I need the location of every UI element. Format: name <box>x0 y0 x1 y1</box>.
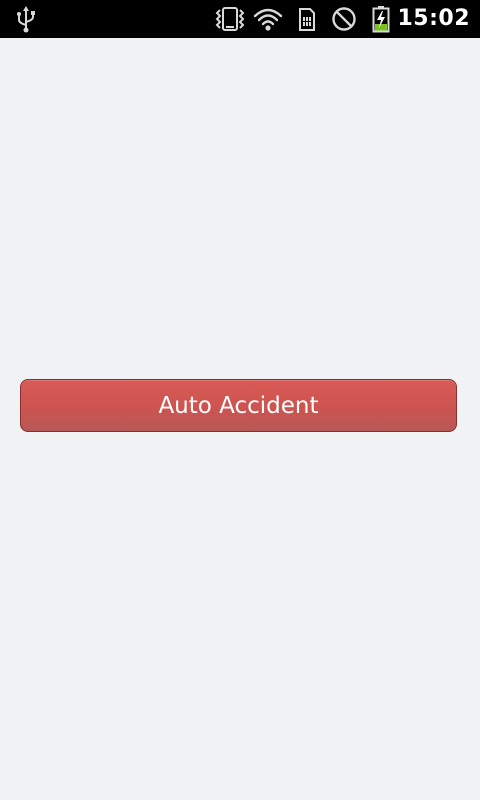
auto-accident-button-label: Auto Accident <box>158 392 319 419</box>
main-content: Auto Accident <box>0 38 480 800</box>
status-bar: 15:02 <box>0 0 480 38</box>
sim-card-icon <box>299 8 315 31</box>
status-clock: 15:02 <box>397 6 470 31</box>
do-not-disturb-icon <box>332 7 356 31</box>
wifi-icon <box>253 8 283 31</box>
usb-icon <box>17 6 35 33</box>
auto-accident-button[interactable]: Auto Accident <box>20 379 457 432</box>
vibrate-icon <box>215 7 245 31</box>
battery-charging-icon <box>372 6 390 33</box>
